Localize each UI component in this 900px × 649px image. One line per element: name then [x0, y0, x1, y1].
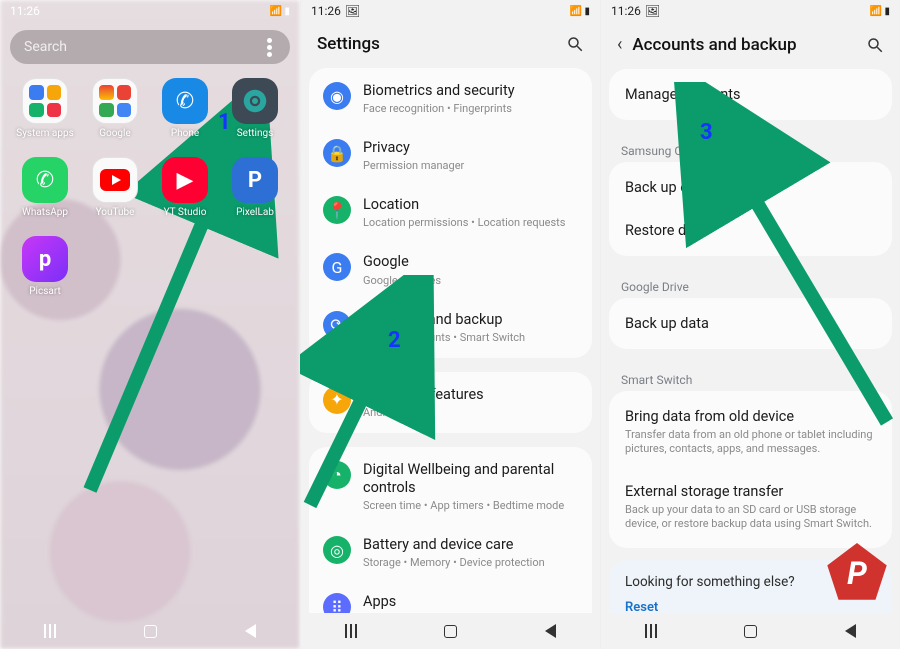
accounts-header: ‹ Accounts and backup	[601, 22, 900, 69]
panel-home: 11:26 📶 ▮ Search System apps Google ✆ Ph…	[0, 0, 300, 649]
section-header: Samsung Cloud	[601, 132, 900, 162]
status-bar: 11:26 📶 ▮	[0, 0, 300, 22]
wellbeing-icon: ◔	[323, 461, 351, 489]
app-settings[interactable]: Settings	[222, 78, 288, 139]
google-icon: G	[323, 253, 351, 281]
settings-item-wellbeing[interactable]: ◔ Digital Wellbeing and parental control…	[309, 449, 592, 524]
settings-item-battery[interactable]: ◎ Battery and device careStorage • Memor…	[309, 524, 592, 581]
nav-home[interactable]	[744, 625, 757, 638]
section-header: Smart Switch	[601, 361, 900, 391]
status-time: 11:26	[10, 4, 40, 18]
settings-header: Settings	[301, 22, 600, 68]
more-icon[interactable]	[267, 45, 272, 50]
nav-bar	[301, 613, 600, 649]
nav-back[interactable]	[245, 624, 256, 638]
app-ytstudio[interactable]: ▶ YT Studio	[152, 157, 218, 218]
search-icon[interactable]	[566, 35, 584, 53]
page-title: Accounts and backup	[632, 35, 796, 55]
app-pixellab[interactable]: P PixelLab	[222, 157, 288, 218]
status-indicators: 📶 ▮	[270, 6, 290, 17]
nav-recents[interactable]	[44, 624, 56, 638]
page-title: Settings	[317, 34, 380, 54]
app-whatsapp[interactable]: ✆ WhatsApp	[12, 157, 78, 218]
search-icon[interactable]	[866, 36, 884, 54]
settings-item-google[interactable]: G GoogleGoogle services	[309, 241, 592, 298]
nav-home[interactable]	[144, 625, 157, 638]
nav-bar	[601, 613, 900, 649]
panel-settings: 11:26 🖼 📶 ▮ Settings ◉ Biometrics and se…	[300, 0, 600, 649]
sync-icon: ⟳	[323, 311, 351, 339]
screenshot-icon: 🖼	[645, 4, 660, 18]
app-system-apps[interactable]: System apps	[12, 78, 78, 139]
apps-icon: ⠿	[323, 593, 351, 613]
section-header: Google Drive	[601, 268, 900, 298]
settings-item-accounts[interactable]: ⟳ Accounts and backupManage accounts • S…	[309, 299, 592, 356]
screenshot-icon: 🖼	[345, 4, 360, 18]
nav-back[interactable]	[545, 624, 556, 638]
app-picsart[interactable]: p Picsart	[12, 236, 78, 297]
nav-bar	[0, 613, 300, 649]
row-manage-accounts[interactable]: Manage accounts	[609, 73, 892, 116]
app-grid: System apps Google ✆ Phone Settings ✆ Wh…	[0, 78, 300, 297]
app-google-folder[interactable]: Google	[82, 78, 148, 139]
search-placeholder: Search	[24, 39, 67, 55]
row-external-storage[interactable]: External storage transfer Back up your d…	[609, 470, 892, 545]
app-youtube[interactable]: YouTube	[82, 157, 148, 218]
settings-item-biometrics[interactable]: ◉ Biometrics and securityFace recognitio…	[309, 70, 592, 127]
nav-recents[interactable]	[645, 624, 657, 638]
row-backup-data[interactable]: Back up data	[609, 166, 892, 209]
settings-item-advanced[interactable]: ✦ Advanced featuresAndroid Auto	[309, 374, 592, 431]
nav-home[interactable]	[444, 625, 457, 638]
app-phone[interactable]: ✆ Phone	[152, 78, 218, 139]
location-icon: 📍	[323, 196, 351, 224]
row-bring-data[interactable]: Bring data from old device Transfer data…	[609, 395, 892, 470]
settings-item-location[interactable]: 📍 LocationLocation permissions • Locatio…	[309, 184, 592, 241]
battery-icon: ◎	[323, 536, 351, 564]
status-bar: 11:26 🖼 📶 ▮	[301, 0, 600, 22]
search-bar[interactable]: Search	[10, 30, 290, 64]
nav-back[interactable]	[845, 624, 856, 638]
settings-item-privacy[interactable]: 🔒 PrivacyPermission manager	[309, 127, 592, 184]
settings-list[interactable]: ◉ Biometrics and securityFace recognitio…	[301, 68, 600, 613]
lock-icon: 🔒	[323, 139, 351, 167]
status-bar: 11:26 🖼 📶 ▮	[601, 0, 900, 22]
shield-icon: ◉	[323, 82, 351, 110]
gear-icon	[240, 86, 270, 116]
settings-item-apps[interactable]: ⠿ AppsDefault apps • App settings	[309, 581, 592, 613]
brand-pentagon-icon: P	[824, 539, 890, 605]
advanced-icon: ✦	[323, 386, 351, 414]
accounts-list[interactable]: Manage accounts Samsung Cloud Back up da…	[601, 69, 900, 613]
back-icon[interactable]: ‹	[617, 34, 622, 55]
svg-text:P: P	[847, 555, 867, 592]
row-restore-data[interactable]: Restore data	[609, 209, 892, 252]
nav-recents[interactable]	[345, 624, 357, 638]
row-backup-data-drive[interactable]: Back up data	[609, 302, 892, 345]
